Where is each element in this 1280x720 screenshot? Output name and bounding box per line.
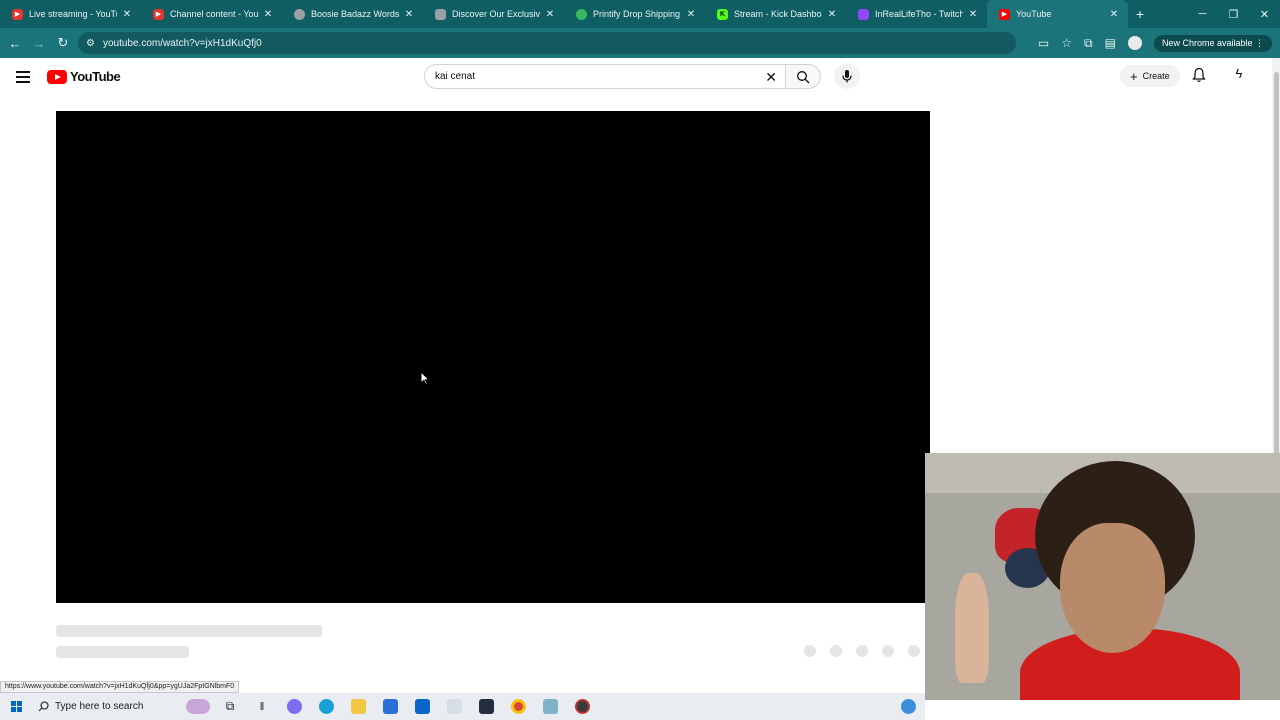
obs-studio-icon[interactable]: [570, 697, 594, 717]
close-tab-icon[interactable]: ✕: [544, 9, 556, 20]
search-highlight-icon[interactable]: [186, 697, 210, 717]
title-placeholder: [56, 625, 322, 637]
notifications-bell-icon[interactable]: [1192, 67, 1206, 88]
outlook-icon[interactable]: [410, 697, 434, 717]
page-icon: [435, 8, 446, 20]
notes-app-icon[interactable]: [538, 697, 562, 717]
scrollbar-thumb[interactable]: [1274, 72, 1279, 512]
close-tab-icon[interactable]: ✕: [403, 9, 415, 20]
microphone-icon: [842, 70, 852, 83]
start-button[interactable]: [0, 701, 32, 712]
help-icon[interactable]: [896, 697, 920, 717]
profile-avatar[interactable]: [1127, 36, 1142, 50]
side-panel-icon[interactable]: ▤: [1105, 36, 1116, 50]
microsoft-store-icon[interactable]: [378, 697, 402, 717]
copilot-icon[interactable]: [282, 697, 306, 717]
video-player[interactable]: [56, 111, 930, 603]
printify-icon: [576, 8, 587, 20]
tab-live-streaming[interactable]: ▶ Live streaming - YouTube ✕: [0, 0, 141, 28]
search-box: ✕: [424, 64, 785, 89]
youtube-icon: ▶: [999, 8, 1010, 20]
youtube-studio-icon: ▶: [153, 8, 164, 20]
forward-icon[interactable]: →: [27, 36, 51, 51]
account-avatar-icon[interactable]: ϟ: [1230, 66, 1248, 84]
close-window-icon[interactable]: ✕: [1249, 0, 1280, 28]
restore-icon[interactable]: ❐: [1218, 0, 1249, 28]
close-tab-icon[interactable]: ✕: [826, 9, 838, 20]
minimize-icon[interactable]: ─: [1187, 0, 1218, 28]
file-explorer-icon[interactable]: [346, 697, 370, 717]
bookmark-star-icon[interactable]: ☆: [1061, 36, 1072, 50]
close-tab-icon[interactable]: ✕: [121, 9, 133, 20]
edge-browser-icon[interactable]: [314, 697, 338, 717]
voice-search-button[interactable]: [834, 63, 860, 89]
tab-printify[interactable]: Printify Drop Shipping Prin ✕: [564, 0, 705, 28]
search-icon: [38, 701, 49, 712]
create-button[interactable]: + Create: [1120, 65, 1180, 87]
webcam-overlay: [925, 453, 1280, 700]
search-button[interactable]: [785, 64, 821, 89]
kick-icon: K: [717, 8, 728, 20]
toolbar-actions: ▭ ☆ ⧉ ▤ New Chrome available ⋮: [1038, 28, 1272, 58]
taskbar-search[interactable]: Type here to search: [32, 693, 182, 720]
search-icon: [797, 70, 810, 83]
site-info-icon[interactable]: ⚙: [86, 38, 95, 49]
clear-search-icon[interactable]: ✕: [765, 69, 777, 86]
tab-twitch[interactable]: InRealLifeTho - Twitch ✕: [846, 0, 987, 28]
youtube-studio-icon: ▶: [12, 8, 23, 20]
windows-taskbar: Type here to search ⧉ ‖: [0, 693, 925, 720]
window-controls: ─ ❐ ✕: [1187, 0, 1280, 28]
plus-icon: +: [1130, 68, 1138, 84]
tab-discover-exclusive[interactable]: Discover Our Exclusive Ran ✕: [423, 0, 564, 28]
channel-placeholder: [56, 646, 189, 658]
browser-tab-strip: ▶ Live streaming - YouTube ✕ ▶ Channel c…: [0, 0, 1280, 28]
chrome-icon[interactable]: [506, 697, 530, 717]
close-tab-icon[interactable]: ✕: [685, 9, 697, 20]
separator-icon: ‖: [259, 700, 265, 713]
mouse-cursor-icon: [420, 371, 430, 385]
amazon-icon[interactable]: [474, 697, 498, 717]
task-view-icon[interactable]: ⧉: [218, 697, 242, 717]
search-input[interactable]: [435, 71, 755, 82]
globe-icon: [294, 8, 305, 20]
link-status-url: https://www.youtube.com/watch?v=jxH1dKuQ…: [0, 681, 240, 693]
new-chrome-available-button[interactable]: New Chrome available ⋮: [1153, 34, 1272, 52]
new-tab-button[interactable]: +: [1128, 0, 1152, 28]
tab-boosie-badazz[interactable]: Boosie Badazz Words Of Am ✕: [282, 0, 423, 28]
tab-channel-content[interactable]: ▶ Channel content - YouTube ✕: [141, 0, 282, 28]
menu-icon[interactable]: [16, 71, 30, 83]
extensions-icon[interactable]: ⧉: [1084, 36, 1093, 51]
twitch-icon: [858, 8, 869, 20]
install-app-icon[interactable]: ▭: [1038, 36, 1049, 50]
reload-icon[interactable]: ↻: [51, 35, 75, 51]
close-tab-icon[interactable]: ✕: [1108, 9, 1120, 20]
address-bar[interactable]: ⚙ youtube.com/watch?v=jxH1dKuQfj0: [78, 32, 1016, 54]
youtube-logo-text: YouTube: [70, 69, 121, 84]
action-buttons-placeholder: [804, 645, 920, 657]
close-tab-icon[interactable]: ✕: [262, 9, 274, 20]
youtube-header: YouTube ✕ + Create ϟ: [0, 58, 1280, 98]
close-tab-icon[interactable]: ✕: [967, 9, 979, 20]
browser-toolbar: ← → ↻ ⚙ youtube.com/watch?v=jxH1dKuQfj0 …: [0, 28, 1280, 58]
windows-logo-icon: [10, 701, 22, 712]
tab-youtube-active[interactable]: ▶ YouTube ✕: [987, 0, 1128, 28]
back-icon[interactable]: ←: [3, 36, 27, 51]
youtube-play-icon: [47, 69, 67, 84]
url-text: youtube.com/watch?v=jxH1dKuQfj0: [102, 37, 262, 49]
youtube-logo[interactable]: YouTube: [47, 69, 121, 84]
dropbox-icon[interactable]: [442, 697, 466, 717]
tab-kick-dashboard[interactable]: K Stream - Kick Dashboard ✕: [705, 0, 846, 28]
